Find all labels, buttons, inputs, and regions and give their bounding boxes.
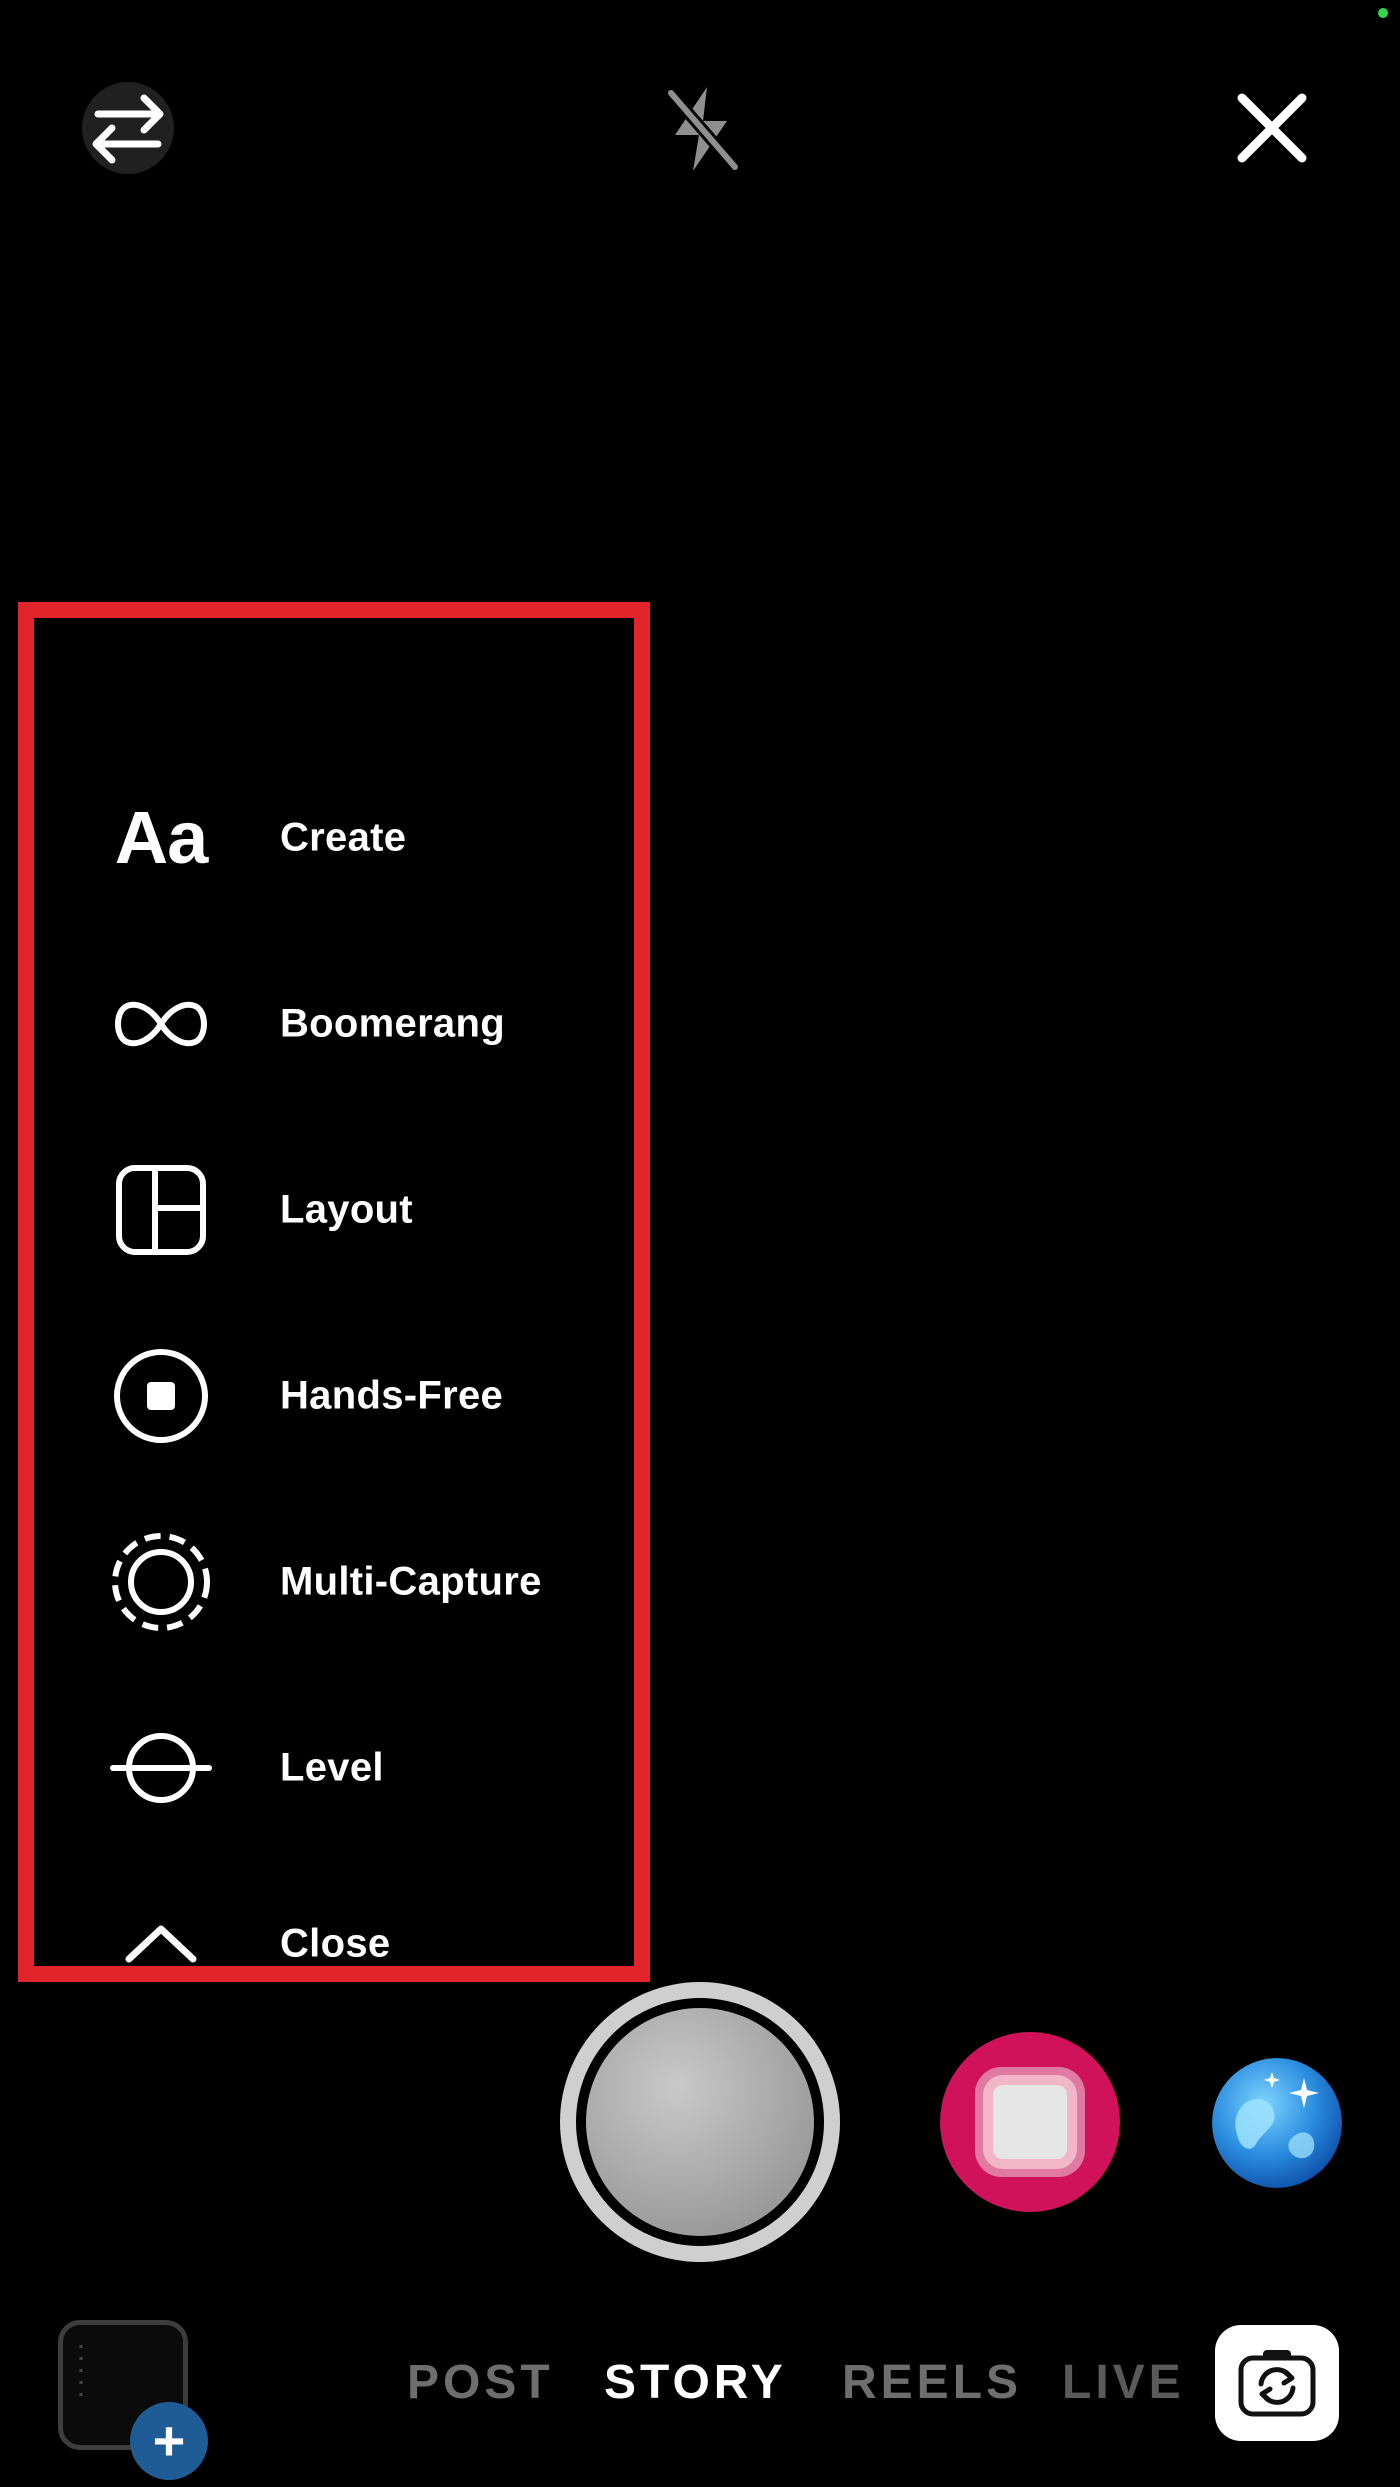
tool-label-boomerang: Boomerang: [280, 1001, 505, 1046]
tool-label-multi-capture: Multi-Capture: [280, 1559, 542, 1604]
flash-off-icon[interactable]: [646, 74, 756, 184]
arrows-switch-icon[interactable]: [72, 72, 184, 184]
infinity-icon: [109, 996, 213, 1052]
tool-label-level: Level: [280, 1745, 384, 1790]
tool-layout[interactable]: Layout: [34, 1150, 634, 1270]
tool-hands-free[interactable]: Hands-Free: [34, 1336, 634, 1456]
tool-close[interactable]: Close: [34, 1884, 634, 2004]
shutter-button[interactable]: [560, 1982, 840, 2262]
tool-level[interactable]: Level: [34, 1708, 634, 1828]
record-stop-icon: [111, 1346, 211, 1446]
chevron-up-icon: [121, 1919, 201, 1969]
effect-filter-icon[interactable]: [940, 2032, 1120, 2212]
text-aa-icon: Aa: [114, 796, 209, 879]
tool-label-create: Create: [280, 815, 407, 860]
tool-create[interactable]: Aa Create: [34, 778, 634, 898]
camera-flip-icon[interactable]: [1215, 2325, 1339, 2441]
close-icon[interactable]: [1222, 78, 1322, 178]
tab-live[interactable]: LIVE: [1062, 2348, 1185, 2418]
status-indicator-dot: [1378, 8, 1388, 18]
tool-multi-capture[interactable]: Multi-Capture: [34, 1522, 634, 1642]
effects-globe-icon[interactable]: [1212, 2058, 1342, 2188]
level-icon: [109, 1728, 213, 1808]
tool-label-hands-free: Hands-Free: [280, 1373, 504, 1418]
tool-boomerang[interactable]: Boomerang: [34, 964, 634, 1084]
tab-story[interactable]: STORY: [604, 2348, 787, 2418]
dashed-circle-icon: [109, 1530, 213, 1634]
tab-post[interactable]: POST: [407, 2348, 554, 2418]
tool-label-close: Close: [280, 1921, 391, 1966]
tab-reels[interactable]: REELS: [842, 2348, 1022, 2418]
tool-label-layout: Layout: [280, 1187, 413, 1232]
mode-tabs: POST STORY REELS LIVE: [0, 2348, 1181, 2418]
layout-grid-icon: [113, 1162, 209, 1258]
tools-panel-highlight: Aa Create Boomerang Layout Hands-Free Mu…: [18, 602, 650, 1982]
